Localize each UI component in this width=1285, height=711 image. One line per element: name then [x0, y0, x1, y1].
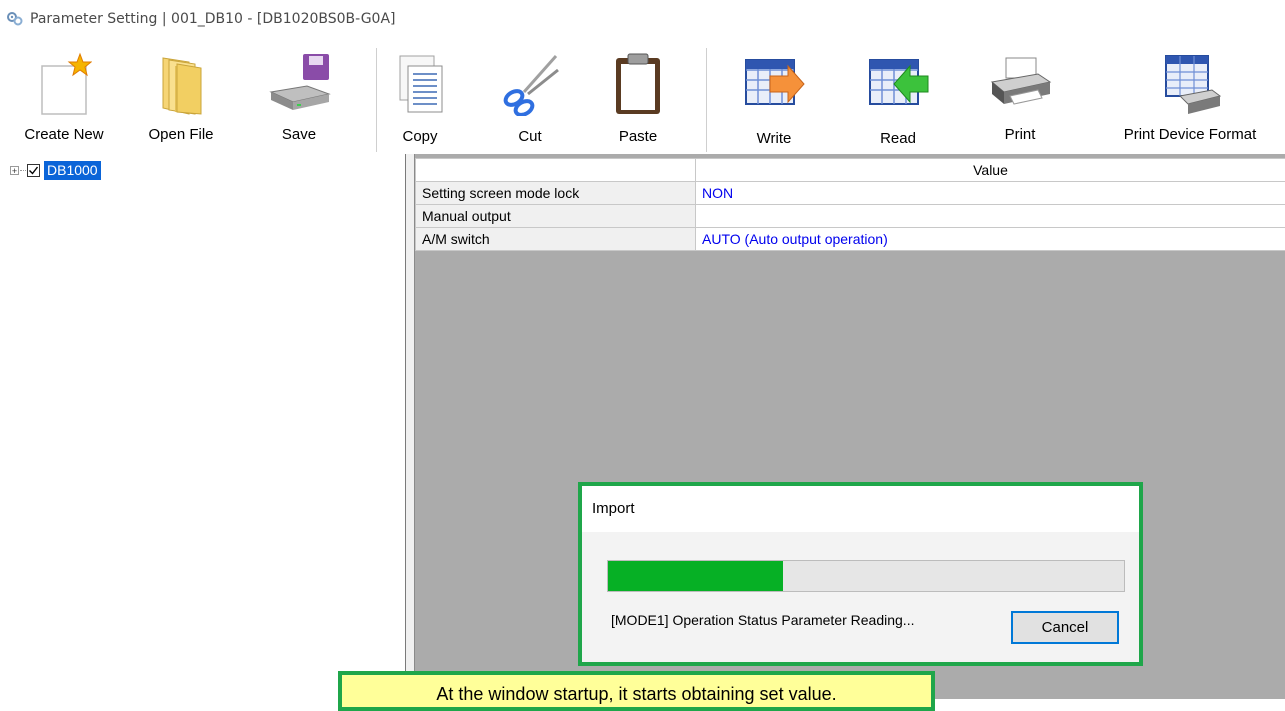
dialog-status-message: [MODE1] Operation Status Parameter Readi…: [611, 612, 914, 628]
print-button[interactable]: Print: [982, 42, 1058, 152]
toolbar-separator: [706, 48, 707, 152]
param-name-cell: A/M switch: [416, 228, 696, 251]
read-from-device-icon: [866, 52, 930, 116]
copy-icon: [388, 52, 452, 116]
table-row[interactable]: Setting screen mode lock NON: [416, 182, 1285, 205]
print-device-format-icon: [1158, 52, 1222, 116]
tree-connector-line: [20, 170, 26, 171]
table-row[interactable]: A/M switch AUTO (Auto output operation): [416, 228, 1285, 251]
copy-button[interactable]: Copy: [384, 42, 456, 152]
checkmark-icon: [28, 165, 39, 176]
param-name-cell: Manual output: [416, 205, 696, 228]
save-button[interactable]: Save: [259, 42, 339, 152]
copy-label: Copy: [384, 128, 456, 145]
param-value-cell[interactable]: NON: [696, 182, 1285, 205]
paste-button[interactable]: Paste: [604, 42, 672, 152]
read-button[interactable]: Read: [860, 42, 936, 152]
open-file-label: Open File: [141, 126, 221, 143]
window-title: Parameter Setting | 001_DB10 - [DB1020BS…: [30, 11, 396, 27]
cancel-button[interactable]: Cancel: [1011, 611, 1119, 644]
read-label: Read: [860, 130, 936, 147]
print-label: Print: [982, 126, 1058, 143]
gear-cluster-icon: [6, 10, 24, 28]
toolbar-separator: [376, 48, 377, 152]
header-name-cell: [416, 159, 696, 182]
annotation-callout: At the window startup, it starts obtaini…: [338, 671, 935, 711]
table-row[interactable]: Manual output: [416, 205, 1285, 228]
dialog-title: Import: [582, 486, 1139, 532]
write-button[interactable]: Write: [736, 42, 812, 152]
folder-icon: [149, 52, 213, 116]
expand-plus-icon[interactable]: +: [10, 166, 19, 175]
import-dialog: Import [MODE1] Operation Status Paramete…: [578, 482, 1143, 666]
printer-icon: [988, 52, 1052, 116]
tree-checkbox[interactable]: [27, 164, 40, 177]
new-document-icon: [36, 52, 92, 116]
clipboard-icon: [606, 52, 670, 116]
param-name-cell: Setting screen mode lock: [416, 182, 696, 205]
tree-item-label: DB1000: [44, 161, 101, 180]
tree-pane: + DB1000: [0, 154, 406, 699]
title-bar: Parameter Setting | 001_DB10 - [DB1020BS…: [0, 0, 1285, 42]
header-value-cell: Value: [696, 159, 1285, 182]
print-device-format-button[interactable]: Print Device Format: [1106, 42, 1274, 152]
param-value-cell[interactable]: AUTO (Auto output operation): [696, 228, 1285, 251]
parameter-table: Value Setting screen mode lock NON Manua…: [415, 158, 1285, 251]
open-file-button[interactable]: Open File: [141, 42, 221, 152]
create-new-button[interactable]: Create New: [22, 42, 106, 152]
param-value-cell[interactable]: [696, 205, 1285, 228]
grid-header-row: Value: [416, 159, 1285, 182]
write-to-device-icon: [742, 52, 806, 116]
cut-button[interactable]: Cut: [500, 42, 560, 152]
create-new-label: Create New: [22, 126, 106, 143]
print-device-format-label: Print Device Format: [1106, 126, 1274, 143]
paste-label: Paste: [604, 128, 672, 145]
import-progress-bar: [607, 560, 1125, 592]
write-label: Write: [736, 130, 812, 147]
tree-item-db1000[interactable]: + DB1000: [10, 160, 101, 180]
toolbar: Create New Open File Save: [0, 42, 1285, 154]
save-drive-icon: [267, 52, 331, 116]
cut-label: Cut: [500, 128, 560, 145]
pane-splitter[interactable]: [406, 154, 414, 699]
save-label: Save: [259, 126, 339, 143]
progress-fill: [608, 561, 783, 591]
scissors-icon: [498, 52, 562, 116]
